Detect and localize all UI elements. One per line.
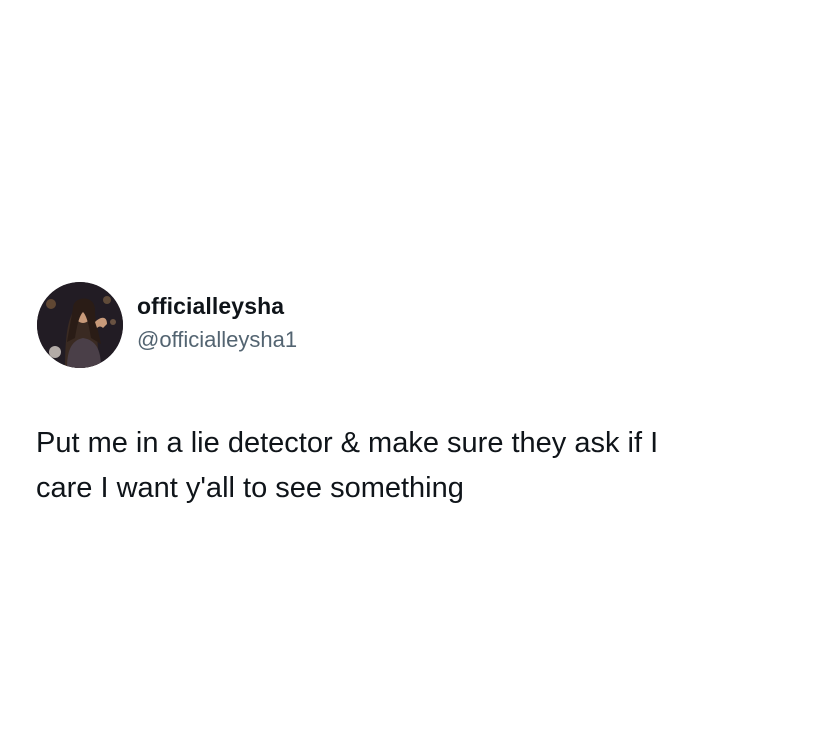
tweet-text-line-1: Put me in a lie detector & make sure the…	[36, 427, 659, 459]
tweet-header: officialleysha @officialleysha1	[37, 282, 297, 368]
tweet-card: officialleysha @officialleysha1 Put me i…	[0, 0, 838, 730]
display-name[interactable]: officialleysha	[137, 291, 297, 321]
tweet-text-line-2: care I want y'all to see something	[36, 472, 464, 504]
user-block: officialleysha @officialleysha1	[137, 291, 297, 355]
tweet-text: Put me in a lie detector & make sure the…	[36, 421, 796, 511]
user-handle[interactable]: @officialleysha1	[137, 325, 297, 355]
avatar[interactable]	[37, 282, 123, 368]
profile-photo-icon	[37, 282, 123, 368]
